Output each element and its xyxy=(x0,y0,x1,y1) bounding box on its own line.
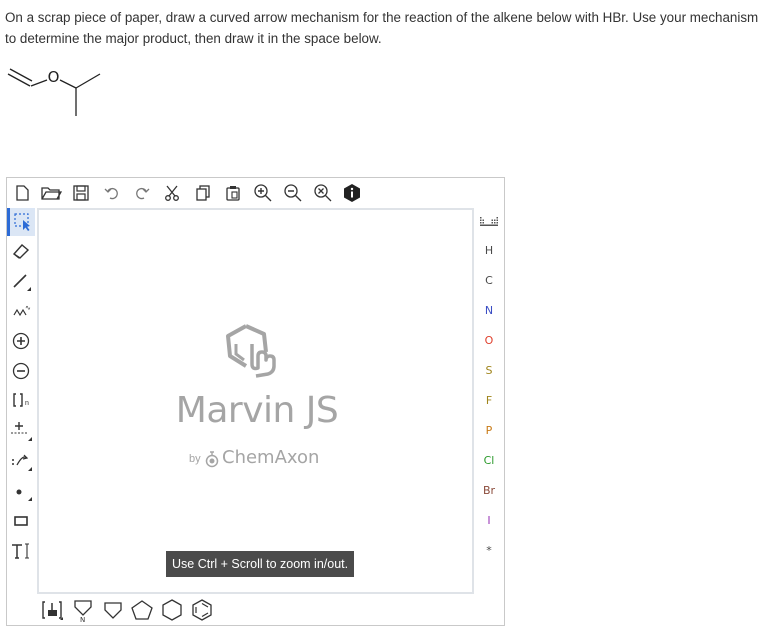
element-button-s[interactable]: S xyxy=(474,358,504,384)
element-button-h[interactable]: H xyxy=(474,238,504,264)
text-tool-icon[interactable] xyxy=(8,538,34,564)
element-button-o[interactable]: O xyxy=(474,328,504,354)
chain-icon[interactable]: ∿ xyxy=(8,298,34,324)
positive-charge-icon[interactable] xyxy=(8,328,34,354)
top-toolbar xyxy=(7,178,504,208)
drawing-canvas[interactable]: Marvin JS by ChemAxon Use Ctrl + Scroll … xyxy=(37,208,474,594)
negative-charge-icon[interactable] xyxy=(8,358,34,384)
periodic-toolbar: H C N O S F P Cl Br I * xyxy=(474,208,504,594)
cyclohexane-icon[interactable] xyxy=(159,597,185,623)
element-button-cl[interactable]: Cl xyxy=(474,448,504,474)
cyclopentane-icon[interactable] xyxy=(129,597,155,623)
copy-icon[interactable] xyxy=(190,180,216,206)
zoom-out-icon[interactable] xyxy=(280,180,306,206)
bottom-toolbar: N xyxy=(37,594,474,626)
undo-icon[interactable] xyxy=(99,180,125,206)
sgroup-bracket-icon[interactable]: n xyxy=(8,388,34,414)
cyclopropane-icon[interactable]: N xyxy=(70,597,96,623)
chemaxon-flask-icon xyxy=(205,451,219,468)
molecule-structure: O xyxy=(7,68,101,116)
save-icon[interactable] xyxy=(68,180,94,206)
zoom-reset-icon[interactable] xyxy=(310,180,336,206)
oxygen-atom-label: O xyxy=(48,68,60,86)
element-button-p[interactable]: P xyxy=(474,418,504,444)
svg-text:∿: ∿ xyxy=(25,304,31,312)
element-button-any[interactable]: * xyxy=(474,538,504,564)
reaction-arrow-icon[interactable] xyxy=(8,418,34,444)
question-text: On a scrap piece of paper, draw a curved… xyxy=(5,10,759,46)
left-toolbar: ∿ n xyxy=(7,208,37,594)
eraser-icon[interactable] xyxy=(8,238,34,264)
radical-dot-icon[interactable] xyxy=(8,478,34,504)
sgroup-subscript: n xyxy=(25,400,29,407)
element-button-br[interactable]: Br xyxy=(474,478,504,504)
template-label: N xyxy=(80,616,85,622)
zoom-in-icon[interactable] xyxy=(250,180,276,206)
new-document-icon[interactable] xyxy=(9,180,35,206)
cyclobutane-icon[interactable] xyxy=(100,597,126,623)
element-button-i[interactable]: I xyxy=(474,508,504,534)
shape-rectangle-icon[interactable] xyxy=(8,508,34,534)
element-button-n[interactable]: N xyxy=(474,298,504,324)
element-button-f[interactable]: F xyxy=(474,388,504,414)
marvin-logo: Marvin JS by ChemAxon xyxy=(39,322,472,468)
periodic-table-icon[interactable] xyxy=(476,209,502,235)
template-library-icon[interactable] xyxy=(39,597,65,623)
zoom-hint-tooltip: Use Ctrl + Scroll to zoom in/out. xyxy=(166,551,355,577)
rectangle-select-icon[interactable] xyxy=(7,208,35,236)
logo-by-text: by xyxy=(189,453,201,465)
chemaxon-text: ChemAxon xyxy=(222,447,320,468)
marvin-title: Marvin JS xyxy=(175,390,339,431)
electron-flow-arrow-icon[interactable] xyxy=(8,448,34,474)
open-folder-icon[interactable] xyxy=(38,180,64,206)
element-button-c[interactable]: C xyxy=(474,268,504,294)
info-icon[interactable] xyxy=(339,180,365,206)
single-bond-icon[interactable] xyxy=(8,268,34,294)
benzene-icon[interactable] xyxy=(189,597,215,623)
cut-icon[interactable] xyxy=(159,180,185,206)
redo-icon[interactable] xyxy=(129,180,155,206)
paste-icon[interactable] xyxy=(220,180,246,206)
marvin-hexagon-logo-icon xyxy=(226,324,276,378)
marvin-editor: ∿ n Marvin JS by ChemAxon Use Ctrl + Scr… xyxy=(6,177,505,626)
